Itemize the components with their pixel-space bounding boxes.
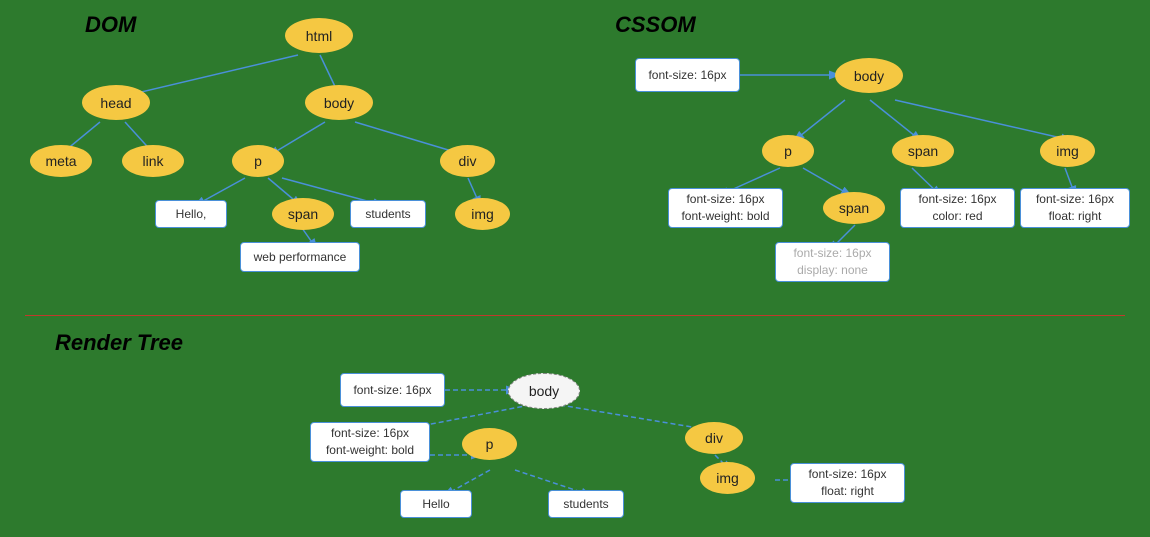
dom-hello-node: Hello, xyxy=(155,200,227,228)
dom-students-node: students xyxy=(350,200,426,228)
dom-div-node: div xyxy=(440,145,495,177)
cssom-fontsize-body-box: font-size: 16px xyxy=(635,58,740,92)
dom-title: DOM xyxy=(85,12,136,38)
cssom-title: CSSOM xyxy=(615,12,696,38)
cssom-fontsize-p-box: font-size: 16px font-weight: bold xyxy=(668,188,783,228)
dom-head-node: head xyxy=(82,85,150,120)
render-students-node: students xyxy=(548,490,624,518)
render-hello-node: Hello xyxy=(400,490,472,518)
cssom-span-top-node: span xyxy=(892,135,954,167)
dom-link-node: link xyxy=(122,145,184,177)
dom-p-node: p xyxy=(232,145,284,177)
cssom-body-node: body xyxy=(835,58,903,93)
cssom-fontsize-span-box: font-size: 16px color: red xyxy=(900,188,1015,228)
cssom-img-node: img xyxy=(1040,135,1095,167)
dom-body-node: body xyxy=(305,85,373,120)
render-fontsize-img-box: font-size: 16px float: right xyxy=(790,463,905,503)
render-div-node: div xyxy=(685,422,743,454)
dom-html-node: html xyxy=(285,18,353,53)
cssom-fontsize-span-inner-box: font-size: 16px display: none xyxy=(775,242,890,282)
dom-meta-node: meta xyxy=(30,145,92,177)
cssom-fontsize-img-box: font-size: 16px float: right xyxy=(1020,188,1130,228)
cssom-span-inner-node: span xyxy=(823,192,885,224)
connector-lines xyxy=(0,0,1150,537)
render-p-node: p xyxy=(462,428,517,460)
render-img-node: img xyxy=(700,462,755,494)
section-divider xyxy=(25,315,1125,316)
render-tree-title: Render Tree xyxy=(55,330,183,356)
dom-img-node: img xyxy=(455,198,510,230)
dom-web-performance-node: web performance xyxy=(240,242,360,272)
render-fontsize-body-box: font-size: 16px xyxy=(340,373,445,407)
dom-span-node: span xyxy=(272,198,334,230)
render-fontsize-p-box: font-size: 16px font-weight: bold xyxy=(310,422,430,462)
cssom-p-node: p xyxy=(762,135,814,167)
diagram-container: DOM html head body meta link p div Hello… xyxy=(0,0,1150,537)
render-body-node: body xyxy=(508,373,580,409)
